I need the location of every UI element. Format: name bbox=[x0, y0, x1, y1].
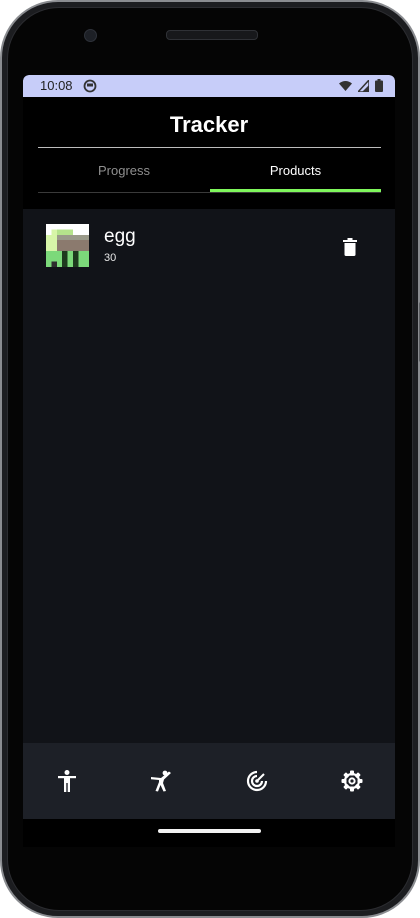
martial-arts-icon bbox=[151, 770, 171, 792]
tab-selected-indicator bbox=[210, 189, 381, 192]
status-bar: 10:08 bbox=[23, 75, 395, 97]
nav-item-martial-arts[interactable] bbox=[150, 769, 174, 793]
bottom-navigation bbox=[23, 743, 395, 819]
product-name: egg bbox=[104, 226, 136, 247]
delete-icon bbox=[343, 238, 357, 256]
list-item[interactable]: egg 30 bbox=[23, 209, 395, 279]
nav-item-settings[interactable] bbox=[340, 769, 364, 793]
signal-icon bbox=[358, 79, 369, 92]
status-icons bbox=[339, 79, 383, 92]
front-camera bbox=[84, 29, 97, 42]
phone-frame: 10:08 Tracker Progress Products egg 30 bbox=[0, 0, 420, 918]
delete-button[interactable] bbox=[339, 236, 361, 258]
product-list: egg 30 bbox=[23, 209, 395, 847]
tabs-divider bbox=[38, 192, 381, 193]
nav-item-person[interactable] bbox=[55, 769, 79, 793]
wifi-icon bbox=[339, 80, 352, 91]
egg-pixel-thumbnail bbox=[46, 224, 89, 267]
settings-gear-icon bbox=[341, 770, 363, 792]
app-screen: 10:08 Tracker Progress Products egg 30 bbox=[23, 75, 395, 847]
app-header: Tracker bbox=[23, 97, 395, 147]
home-gesture-handle[interactable] bbox=[158, 829, 261, 833]
page-title: Tracker bbox=[169, 112, 249, 137]
person-standing-icon bbox=[58, 770, 76, 792]
target-radar-icon bbox=[246, 770, 268, 792]
gesture-bar bbox=[23, 819, 395, 847]
nav-item-target[interactable] bbox=[245, 769, 269, 793]
battery-icon bbox=[375, 79, 383, 92]
earpiece-speaker bbox=[166, 30, 258, 40]
tab-products[interactable]: Products bbox=[210, 148, 381, 192]
tab-bar: Progress Products bbox=[38, 148, 381, 193]
product-quantity: 30 bbox=[104, 252, 117, 264]
tab-progress[interactable]: Progress bbox=[38, 148, 210, 192]
app-notification-icon bbox=[83, 79, 97, 93]
status-time: 10:08 bbox=[40, 78, 73, 93]
